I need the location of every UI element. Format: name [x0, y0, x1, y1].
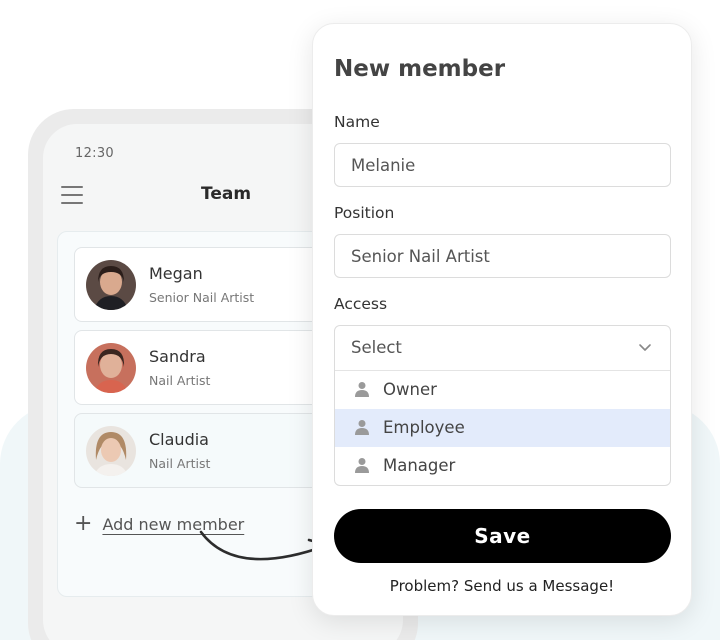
avatar — [86, 260, 136, 310]
page-title: Team — [201, 184, 252, 204]
person-icon — [355, 420, 369, 435]
member-name: Claudia — [149, 430, 209, 449]
avatar — [86, 343, 136, 393]
access-option-employee[interactable]: Employee — [335, 409, 670, 447]
access-select[interactable]: Select Owner Employee Manager — [334, 325, 671, 486]
option-label: Manager — [383, 456, 456, 475]
menu-icon[interactable] — [61, 186, 83, 204]
member-role: Nail Artist — [149, 373, 211, 388]
position-field[interactable] — [334, 234, 671, 278]
person-icon — [355, 458, 369, 473]
member-name: Megan — [149, 264, 203, 283]
position-label: Position — [334, 204, 395, 222]
access-option-owner[interactable]: Owner — [335, 371, 670, 409]
name-field[interactable] — [334, 143, 671, 187]
chevron-down-icon — [639, 344, 651, 351]
name-label: Name — [334, 113, 380, 131]
member-role: Senior Nail Artist — [149, 290, 255, 305]
option-label: Owner — [383, 380, 437, 399]
access-option-manager[interactable]: Manager — [335, 447, 670, 485]
option-label: Employee — [383, 418, 465, 437]
person-icon — [355, 382, 369, 397]
access-label: Access — [334, 295, 388, 313]
access-select-head[interactable]: Select — [335, 326, 670, 371]
help-message-link[interactable]: Problem? Send us a Message! — [313, 577, 691, 595]
member-role: Nail Artist — [149, 456, 211, 471]
avatar — [86, 426, 136, 476]
plus-icon: + — [74, 511, 93, 536]
access-select-value: Select — [351, 338, 402, 357]
save-button[interactable]: Save — [334, 509, 671, 563]
form-title: New member — [334, 56, 506, 82]
new-member-form: New member Name Position Access Select O… — [312, 23, 692, 616]
status-time: 12:30 — [75, 146, 114, 161]
member-name: Sandra — [149, 347, 206, 366]
